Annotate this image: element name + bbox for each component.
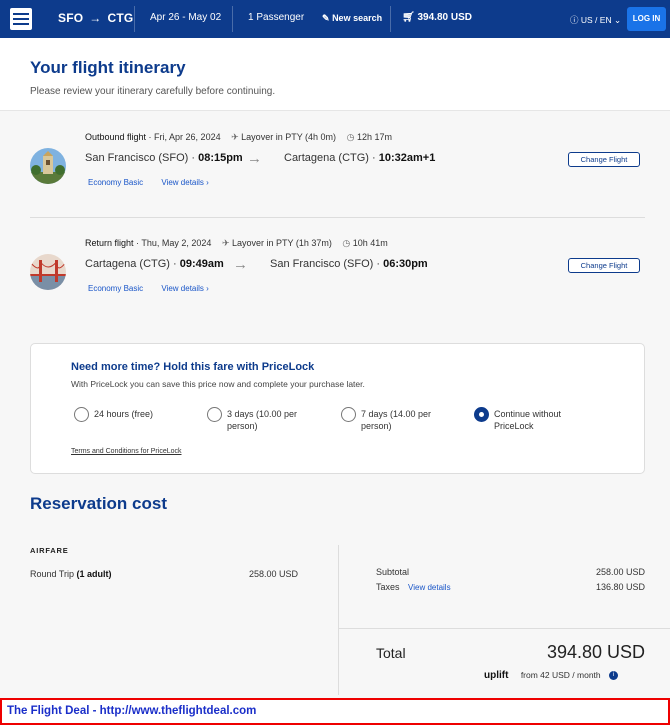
flight-links: Economy Basic View details ›	[88, 178, 209, 187]
arrow-right-icon: →	[233, 256, 248, 273]
flight-date: · Fri, Apr 26, 2024	[146, 132, 221, 142]
uplift-logo: uplift	[484, 670, 509, 681]
arrival-info: Cartagena (CTG) · 10:32am+1	[284, 152, 435, 164]
help-icon: ⓘ	[570, 15, 579, 25]
cart-icon: 🛒︎	[402, 12, 415, 23]
cart-total[interactable]: 🛒︎ 394.80 USD	[402, 12, 472, 23]
radio-button[interactable]	[74, 407, 89, 422]
layover-info: Layover in PTY (4h 0m)	[241, 132, 337, 142]
divider	[390, 6, 391, 32]
radio-button[interactable]	[341, 407, 356, 422]
total-value: 394.80 USD	[546, 642, 645, 662]
trip-price: 258.00 USD	[249, 569, 299, 579]
new-search-link[interactable]: ✎ New search	[322, 13, 382, 24]
total-divider	[338, 628, 670, 629]
divider	[232, 6, 233, 32]
reservation-title: Reservation cost	[30, 494, 167, 513]
fare-class-link[interactable]: Economy Basic	[88, 284, 143, 293]
trip-label: Round Trip	[30, 569, 75, 579]
clock-icon: ◷	[346, 132, 355, 142]
arrival-city: San Francisco (SFO) ·	[270, 258, 384, 270]
divider	[134, 6, 135, 32]
page-subtitle: Please review your itinerary carefully b…	[30, 86, 276, 97]
airline-logo-icon[interactable]	[10, 8, 32, 30]
route-arrow-icon: →	[89, 11, 102, 25]
layover-info: Layover in PTY (1h 37m)	[232, 238, 332, 248]
option-label: 7 days (14.00 per person)	[361, 409, 432, 431]
taxes-label: Taxes	[376, 582, 400, 592]
itinerary-header: Your flight itinerary Please review your…	[0, 38, 670, 111]
info-icon[interactable]: i	[609, 671, 619, 681]
flight-duration: 10h 41m	[352, 238, 388, 248]
subtotal-label: Subtotal	[376, 567, 410, 577]
flight-label: Return flight	[85, 238, 134, 248]
uplift-text: from 42 USD / month	[520, 670, 601, 680]
pricelock-title: Need more time? Hold this fare with Pric…	[71, 361, 315, 373]
flight-date: · Thu, May 2, 2024	[133, 238, 212, 248]
page-title: Your flight itinerary	[30, 58, 186, 77]
flight-links: Economy Basic View details ›	[88, 284, 209, 293]
cart-total-label: 394.80 USD	[417, 12, 472, 23]
total-label: Total	[376, 645, 406, 661]
departure-info: Cartagena (CTG) · 09:49am	[85, 258, 224, 270]
new-search-label: New search	[332, 13, 383, 23]
arrival-time: 10:32am+1	[378, 152, 436, 164]
departure-time: 09:49am	[179, 258, 224, 270]
cartagena-photo	[30, 148, 66, 184]
locale-label: US / EN	[580, 15, 612, 25]
taxes-row: Taxes View details	[376, 582, 451, 592]
departure-city: San Francisco (SFO) ·	[85, 152, 199, 164]
flight-duration: 12h 17m	[356, 132, 392, 142]
locale-selector[interactable]: ⓘ US / EN ⌄	[570, 14, 621, 26]
departure-info: San Francisco (SFO) · 08:15pm	[85, 152, 243, 164]
radio-button[interactable]	[207, 407, 222, 422]
flight-label: Outbound flight	[85, 132, 147, 142]
passenger-count[interactable]: 1 Passenger	[248, 12, 304, 23]
arrival-city: Cartagena (CTG) ·	[284, 152, 379, 164]
view-details-link[interactable]: View details ›	[161, 178, 208, 187]
airfare-heading: AIRFARE	[30, 546, 69, 555]
departure-city: Cartagena (CTG) ·	[85, 258, 180, 270]
taxes-details-link[interactable]: View details	[408, 583, 451, 592]
arrow-right-icon: →	[247, 150, 262, 167]
pricelock-terms-link[interactable]: Terms and Conditions for PriceLock	[71, 448, 182, 455]
trip-passengers: (1 adult)	[76, 569, 112, 579]
view-details-link[interactable]: View details ›	[161, 284, 208, 293]
change-flight-button[interactable]: Change Flight	[568, 258, 640, 273]
san-francisco-photo	[30, 254, 66, 290]
option-label: 24 hours (free)	[94, 409, 154, 419]
arrival-time: 06:30pm	[383, 258, 428, 270]
plane-icon: ✈	[231, 132, 239, 142]
trip-type: Round Trip (1 adult)	[30, 569, 112, 579]
flight-divider	[30, 217, 645, 218]
pricelock-panel: Need more time? Hold this fare with Pric…	[30, 343, 645, 474]
option-label: 3 days (10.00 per person)	[227, 409, 298, 431]
pencil-icon: ✎	[322, 13, 330, 23]
radio-button-selected[interactable]	[474, 407, 489, 422]
arrival-info: San Francisco (SFO) · 06:30pm	[270, 258, 428, 270]
chevron-down-icon: ⌄	[613, 15, 622, 25]
plane-icon: ✈	[221, 238, 230, 248]
origin-code: SFO	[58, 11, 84, 25]
destination-code: CTG	[107, 11, 134, 25]
flight-meta: Return flight · Thu, May 2, 2024 ✈ Layov…	[85, 238, 388, 249]
uplift-financing[interactable]: uplift from 42 USD / month i	[484, 670, 619, 681]
flight-meta: Outbound flight · Fri, Apr 26, 2024 ✈ La…	[85, 132, 392, 143]
fare-class-link[interactable]: Economy Basic	[88, 178, 143, 187]
login-button[interactable]: LOG IN	[627, 7, 666, 31]
pricelock-subtitle: With PriceLock you can save this price n…	[71, 379, 365, 389]
route-summary[interactable]: SFO → CTG	[58, 11, 133, 25]
change-flight-button[interactable]: Change Flight	[568, 152, 640, 167]
clock-icon: ◷	[342, 238, 351, 248]
subtotal-value: 258.00 USD	[595, 567, 645, 577]
cost-divider	[338, 545, 339, 695]
top-nav-bar: SFO → CTG Apr 26 - May 02 1 Passenger ✎ Ne…	[0, 0, 670, 38]
source-footer: The Flight Deal - http://www.theflightde…	[0, 698, 670, 725]
departure-time: 08:15pm	[198, 152, 243, 164]
travel-dates[interactable]: Apr 26 - May 02	[150, 12, 221, 23]
taxes-value: 136.80 USD	[595, 582, 645, 592]
option-label: Continue without PriceLock	[494, 409, 562, 431]
footer-text: The Flight Deal - http://www.theflightde…	[7, 705, 257, 717]
